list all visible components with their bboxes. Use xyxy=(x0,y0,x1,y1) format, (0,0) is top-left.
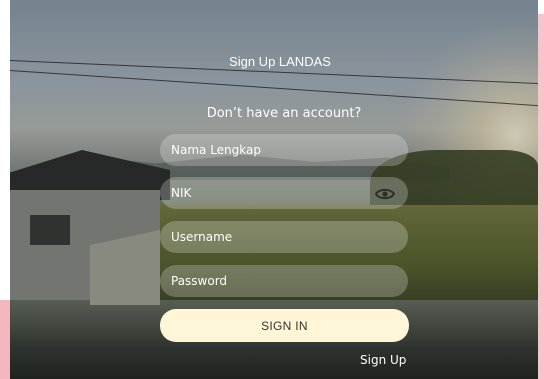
eye-icon[interactable] xyxy=(374,186,396,200)
left-blank-strip xyxy=(0,0,10,379)
sign-up-link[interactable]: Sign Up xyxy=(360,353,420,367)
page-title: Sign Up LANDAS xyxy=(229,54,331,69)
nik-input[interactable] xyxy=(171,186,371,200)
username-field[interactable] xyxy=(160,221,408,253)
signup-prompt: Don’t have an account? xyxy=(206,106,362,121)
username-input[interactable] xyxy=(171,230,371,244)
full-name-input[interactable] xyxy=(171,143,371,157)
left-pink-accent xyxy=(0,300,10,379)
sign-in-button[interactable]: SIGN IN xyxy=(160,309,409,342)
nik-field[interactable] xyxy=(160,177,408,209)
password-field[interactable] xyxy=(160,265,408,297)
eye-icon-graphic xyxy=(374,188,396,200)
background-photo: Sign Up LANDAS Don’t have an account? SI… xyxy=(10,0,538,379)
full-name-field[interactable] xyxy=(160,134,408,166)
password-input[interactable] xyxy=(171,274,371,288)
